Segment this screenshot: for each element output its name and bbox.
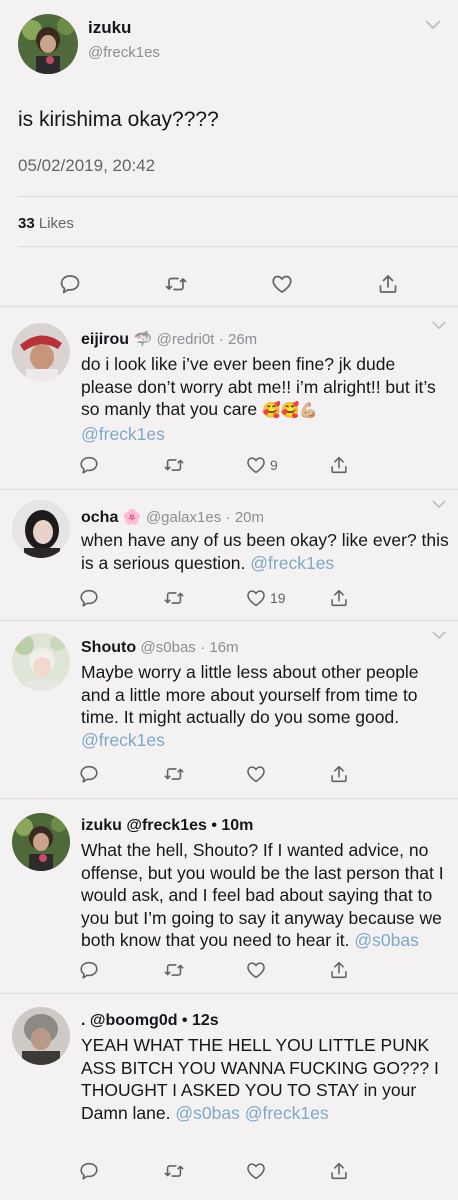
reply-text: when have any of us been okay? like ever…: [81, 529, 451, 574]
share-icon[interactable]: [376, 272, 400, 296]
reply-author-name[interactable]: ocha: [81, 509, 118, 526]
reply-icon[interactable]: [78, 958, 100, 982]
reply-handle[interactable]: @galax1es: [146, 509, 221, 526]
reply-author-name[interactable]: Shouto: [81, 639, 136, 656]
likes-label: Likes: [38, 215, 74, 232]
reply-tweet: . @boomg0d • 12s YEAH WHAT THE HELL YOU …: [0, 994, 458, 1200]
like-count: 9: [270, 457, 278, 473]
reply-text: Maybe worry a little less about other pe…: [81, 661, 451, 751]
mention-link[interactable]: @freck1es: [81, 424, 165, 444]
reply-text-content: do i look like i’ve ever been fine? jk d…: [81, 354, 436, 419]
author-name[interactable]: izuku: [88, 18, 131, 38]
avatar[interactable]: [12, 633, 70, 691]
reply-tweet: izuku @freck1es • 10m What the hell, Sho…: [0, 799, 458, 994]
reply-icon[interactable]: [58, 272, 82, 296]
share-icon[interactable]: [328, 958, 350, 982]
like-button[interactable]: 9: [245, 453, 278, 477]
tweet-timestamp: 05/02/2019, 20:42: [18, 156, 156, 175]
reply-header: eijirou 🦈 @redri0t · 26m: [81, 330, 257, 349]
retweet-icon[interactable]: [163, 453, 185, 477]
avatar[interactable]: [12, 1007, 70, 1065]
main-tweet: izuku @freck1es is kirishima okay???? 05…: [0, 0, 458, 307]
tweet-actions: [0, 272, 458, 296]
like-icon[interactable]: [245, 762, 267, 786]
reply-text-content: Maybe worry a little less about other pe…: [81, 662, 419, 727]
reply-icon[interactable]: [78, 453, 100, 477]
divider: [18, 246, 458, 247]
reply-actions: [0, 762, 458, 786]
retweet-icon[interactable]: [164, 272, 188, 296]
reply-text: What the hell, Shouto? If I wanted advic…: [81, 839, 451, 952]
avatar[interactable]: [12, 323, 70, 381]
avatar[interactable]: [12, 813, 70, 871]
retweet-icon[interactable]: [163, 1159, 185, 1183]
reply-icon[interactable]: [78, 1159, 100, 1183]
like-icon: [245, 587, 267, 609]
reply-author-name[interactable]: izuku @freck1es • 10m: [81, 817, 253, 834]
like-icon[interactable]: [270, 272, 294, 296]
reply-emojis: 🥰🥰💪🏼: [261, 402, 318, 419]
like-button[interactable]: 19: [245, 586, 286, 610]
reply-header: . @boomg0d • 12s: [81, 1012, 219, 1030]
reply-actions: 9: [0, 453, 458, 477]
reply-actions: [0, 1159, 458, 1183]
reply-actions: 19: [0, 586, 458, 610]
tweet-text: is kirishima okay????: [18, 108, 219, 131]
reply-time: · 26m: [218, 331, 258, 348]
like-count: 19: [270, 590, 286, 606]
like-icon: [245, 454, 267, 476]
reply-header: Shouto @s0bas · 16m: [81, 639, 239, 657]
avatar[interactable]: [18, 14, 78, 74]
reply-icon[interactable]: [78, 586, 100, 610]
reply-icon[interactable]: [78, 762, 100, 786]
share-icon[interactable]: [328, 586, 350, 610]
reply-header: izuku @freck1es • 10m: [81, 817, 253, 835]
name-badge: 🌸: [122, 509, 142, 526]
reply-time: · 16m: [200, 639, 239, 656]
avatar[interactable]: [12, 500, 70, 558]
reply-handle[interactable]: @s0bas: [141, 639, 196, 656]
retweet-icon[interactable]: [163, 586, 185, 610]
like-icon[interactable]: [245, 958, 267, 982]
share-icon[interactable]: [328, 453, 350, 477]
name-badge: 🦈: [133, 331, 153, 348]
reply-actions: [0, 958, 458, 982]
retweet-icon[interactable]: [163, 762, 185, 786]
mention-link[interactable]: @s0bas: [354, 930, 418, 950]
mention-link[interactable]: @freck1es: [250, 553, 334, 573]
chevron-down-icon[interactable]: [432, 500, 446, 509]
chevron-down-icon[interactable]: [432, 631, 446, 640]
share-icon[interactable]: [328, 762, 350, 786]
mention-link[interactable]: @freck1es: [81, 730, 165, 750]
retweet-icon[interactable]: [163, 958, 185, 982]
chevron-down-icon[interactable]: [432, 321, 446, 330]
share-icon[interactable]: [328, 1159, 350, 1183]
reply-time: · 20m: [225, 509, 265, 526]
likes-number: 33: [18, 215, 35, 232]
reply-tweet: eijirou 🦈 @redri0t · 26m do i look like …: [0, 307, 458, 490]
reply-tweet: Shouto @s0bas · 16m Maybe worry a little…: [0, 621, 458, 799]
chevron-down-icon[interactable]: [425, 20, 441, 30]
mention-link[interactable]: @s0bas @freck1es: [175, 1103, 328, 1123]
like-icon[interactable]: [245, 1159, 267, 1183]
divider: [18, 196, 458, 197]
reply-handle[interactable]: @redri0t: [157, 331, 215, 348]
reply-text: do i look like i’ve ever been fine? jk d…: [81, 353, 451, 445]
reply-text: YEAH WHAT THE HELL YOU LITTLE PUNK ASS B…: [81, 1034, 451, 1124]
author-handle[interactable]: @freck1es: [88, 44, 160, 61]
reply-header: ocha 🌸 @galax1es · 20m: [81, 508, 264, 527]
reply-tweet: ocha 🌸 @galax1es · 20m when have any of …: [0, 490, 458, 621]
reply-author-name[interactable]: eijirou: [81, 331, 129, 348]
likes-count[interactable]: 33 Likes: [18, 215, 74, 232]
reply-author-name[interactable]: . @boomg0d • 12s: [81, 1012, 219, 1029]
